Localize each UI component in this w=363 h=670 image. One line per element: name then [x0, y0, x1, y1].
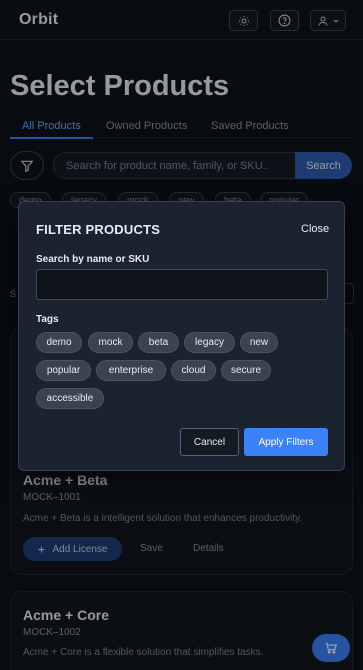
dialog-title: FILTER PRODUCTS — [36, 222, 161, 237]
tag-new[interactable]: new — [240, 332, 278, 353]
tag-demo[interactable]: demo — [36, 332, 82, 353]
cancel-button[interactable]: Cancel — [180, 428, 239, 456]
filter-products-dialog: FILTER PRODUCTS Close Search by name or … — [18, 201, 345, 471]
tag-enterprise[interactable]: enterprise — [96, 360, 166, 381]
tag-mock[interactable]: mock — [88, 332, 133, 353]
tags-label: Tags — [36, 314, 59, 325]
tag-secure[interactable]: secure — [221, 360, 271, 381]
close-button[interactable]: Close — [301, 223, 329, 235]
tag-cloud[interactable]: cloud — [171, 360, 216, 381]
tag-legacy[interactable]: legacy — [184, 332, 235, 353]
tag-popular[interactable]: popular — [36, 360, 91, 381]
name-sku-search-input[interactable] — [36, 269, 328, 300]
apply-filters-button[interactable]: Apply Filters — [244, 428, 328, 456]
search-field-label: Search by name or SKU — [36, 254, 150, 265]
tag-accessible[interactable]: accessible — [36, 388, 104, 409]
tag-beta[interactable]: beta — [138, 332, 179, 353]
